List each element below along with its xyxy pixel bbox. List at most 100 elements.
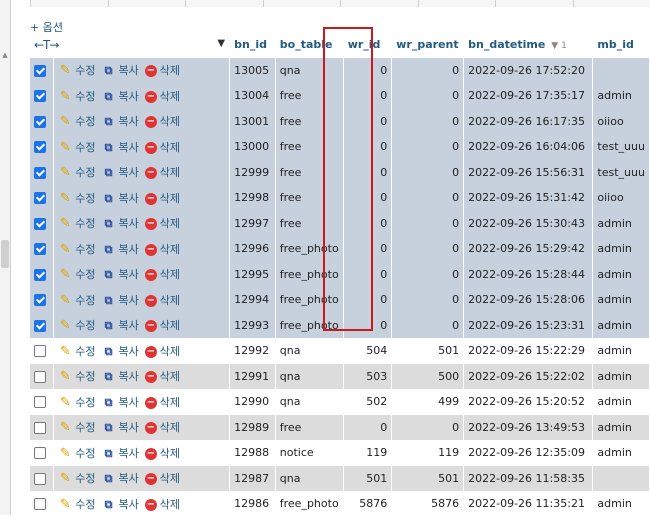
cell-mb-id[interactable]: admin (592, 338, 650, 364)
cell-mb-id[interactable]: admin (592, 210, 650, 236)
cell-bn-datetime[interactable]: 2022-09-26 17:35:17 (463, 83, 594, 109)
cell-wr-id[interactable]: 504 (343, 338, 393, 364)
copy-icon[interactable]: ⧉ (102, 370, 116, 384)
cell-bo-table[interactable]: qna (275, 363, 344, 389)
cell-mb-id[interactable]: admin (592, 83, 650, 109)
row-checkbox-cell[interactable] (30, 134, 55, 160)
copy-icon[interactable]: ⧉ (102, 243, 116, 257)
copy-link[interactable]: 복사 (119, 192, 139, 205)
cell-bo-table[interactable]: free_photo (275, 287, 344, 313)
copy-icon[interactable]: ⧉ (102, 115, 116, 129)
cell-wr-parent[interactable]: 501 (391, 338, 465, 364)
row-checkbox[interactable] (34, 498, 46, 511)
edit-link[interactable]: 수정 (75, 115, 95, 128)
copy-link[interactable]: 복사 (119, 498, 139, 511)
column-header-bn-datetime[interactable]: bn_datetime ▼ 1 (463, 32, 594, 58)
cell-bn-id[interactable]: 13005 (229, 57, 276, 83)
cell-bn-datetime[interactable]: 2022-09-26 15:22:29 (463, 338, 594, 364)
cell-wr-parent[interactable]: 499 (391, 389, 465, 415)
copy-link[interactable]: 복사 (119, 472, 139, 485)
row-checkbox[interactable] (34, 243, 46, 256)
copy-icon[interactable]: ⧉ (102, 421, 116, 435)
cell-bn-id[interactable]: 13004 (229, 83, 276, 109)
delete-icon[interactable]: − (144, 243, 157, 256)
row-checkbox[interactable] (34, 192, 46, 205)
cell-bn-datetime[interactable]: 2022-09-26 13:49:53 (463, 414, 594, 440)
table-row[interactable]: ✎ 수정 ⧉ 복사 − 삭제 12988 notice 119 119 2022-09-26 12:… (30, 440, 650, 466)
cell-mb-id[interactable]: admin (592, 312, 650, 338)
edit-link[interactable]: 수정 (75, 90, 95, 103)
pencil-icon[interactable]: ✎ (58, 165, 72, 180)
cell-wr-parent[interactable]: 500 (391, 363, 465, 389)
cell-wr-id[interactable]: 0 (343, 57, 393, 83)
cell-bn-datetime[interactable]: 2022-09-26 16:04:06 (463, 134, 594, 160)
copy-link[interactable]: 복사 (119, 141, 139, 154)
copy-icon[interactable]: ⧉ (102, 396, 116, 410)
cell-bn-id[interactable]: 12991 (229, 363, 276, 389)
column-header-bn-id[interactable]: bn_id (229, 32, 276, 58)
edit-link[interactable]: 수정 (75, 294, 95, 307)
cell-bo-table[interactable]: qna (275, 465, 344, 491)
cell-wr-id[interactable]: 503 (343, 363, 393, 389)
delete-link[interactable]: 삭제 (160, 166, 180, 179)
edit-link[interactable]: 수정 (75, 396, 95, 409)
cell-wr-parent[interactable]: 0 (391, 210, 465, 236)
edit-link[interactable]: 수정 (75, 421, 95, 434)
copy-icon[interactable]: ⧉ (102, 472, 116, 486)
cell-bo-table[interactable]: qna (275, 57, 344, 83)
edit-link[interactable]: 수정 (75, 64, 95, 77)
delete-icon[interactable]: − (144, 141, 157, 154)
row-checkbox[interactable] (34, 141, 46, 154)
table-row[interactable]: ✎ 수정 ⧉ 복사 − 삭제 12995 free_photo 0 0 2022-09-26 15:… (30, 261, 650, 287)
pencil-icon[interactable]: ✎ (58, 318, 72, 333)
cell-wr-parent[interactable]: 0 (391, 159, 465, 185)
row-checkbox-cell[interactable] (30, 287, 55, 313)
copy-icon[interactable]: ⧉ (102, 166, 116, 180)
row-checkbox[interactable] (34, 396, 46, 409)
copy-icon[interactable]: ⧉ (102, 447, 116, 461)
row-checkbox[interactable] (34, 370, 46, 383)
cell-bn-datetime[interactable]: 2022-09-26 15:20:52 (463, 389, 594, 415)
delete-icon[interactable]: − (144, 498, 157, 511)
copy-icon[interactable]: ⧉ (102, 90, 116, 104)
scroll-up-arrow-icon[interactable]: ▲ (1, 50, 9, 60)
table-row[interactable]: ✎ 수정 ⧉ 복사 − 삭제 12991 qna 503 500 2022-09-26 15:22:… (30, 363, 650, 389)
delete-icon[interactable]: − (144, 473, 157, 486)
table-row[interactable]: ✎ 수정 ⧉ 복사 − 삭제 12993 free_photo 0 0 2022-09-26 15:… (30, 312, 650, 338)
row-checkbox-cell[interactable] (30, 440, 55, 466)
edit-link[interactable]: 수정 (75, 319, 95, 332)
row-checkbox-cell[interactable] (30, 389, 55, 415)
cell-bn-datetime[interactable]: 2022-09-26 15:23:31 (463, 312, 594, 338)
pencil-icon[interactable]: ✎ (58, 420, 72, 435)
pencil-icon[interactable]: ✎ (58, 242, 72, 257)
delete-icon[interactable]: − (144, 320, 157, 333)
table-row[interactable]: ✎ 수정 ⧉ 복사 − 삭제 12998 free 0 0 2022-09-26 15:31:42 o… (30, 185, 650, 211)
cell-bn-id[interactable]: 12997 (229, 210, 276, 236)
delete-link[interactable]: 삭제 (160, 396, 180, 409)
edit-link[interactable]: 수정 (75, 268, 95, 281)
cell-mb-id[interactable]: admin (592, 287, 650, 313)
cell-wr-parent[interactable]: 0 (391, 185, 465, 211)
copy-icon[interactable]: ⧉ (102, 319, 116, 333)
cell-bn-id[interactable]: 13001 (229, 108, 276, 134)
cell-mb-id[interactable]: test_uuu (592, 134, 650, 160)
copy-icon[interactable]: ⧉ (102, 64, 116, 78)
copy-link[interactable]: 복사 (119, 396, 139, 409)
cell-bn-id[interactable]: 12988 (229, 440, 276, 466)
pencil-icon[interactable]: ✎ (58, 293, 72, 308)
copy-icon[interactable]: ⧉ (102, 192, 116, 206)
cell-bn-id[interactable]: 12986 (229, 491, 276, 517)
table-row[interactable]: ✎ 수정 ⧉ 복사 − 삭제 13001 free 0 0 2022-09-26 16:17:35 o… (30, 108, 650, 134)
row-checkbox-cell[interactable] (30, 57, 55, 83)
table-row[interactable]: ✎ 수정 ⧉ 복사 − 삭제 13005 qna 0 0 2022-09-26 17:52:20 (30, 57, 650, 83)
table-row[interactable]: ✎ 수정 ⧉ 복사 − 삭제 13000 free 0 0 2022-09-26 16:04:06 t… (30, 134, 650, 160)
cell-bn-id[interactable]: 12998 (229, 185, 276, 211)
edit-link[interactable]: 수정 (75, 243, 95, 256)
cell-mb-id[interactable] (592, 57, 650, 83)
pencil-icon[interactable]: ✎ (58, 344, 72, 359)
cell-bn-datetime[interactable]: 2022-09-26 15:28:06 (463, 287, 594, 313)
cell-wr-parent[interactable]: 0 (391, 236, 465, 262)
copy-link[interactable]: 복사 (119, 319, 139, 332)
cell-wr-id[interactable]: 119 (343, 440, 393, 466)
pencil-icon[interactable]: ✎ (58, 471, 72, 486)
